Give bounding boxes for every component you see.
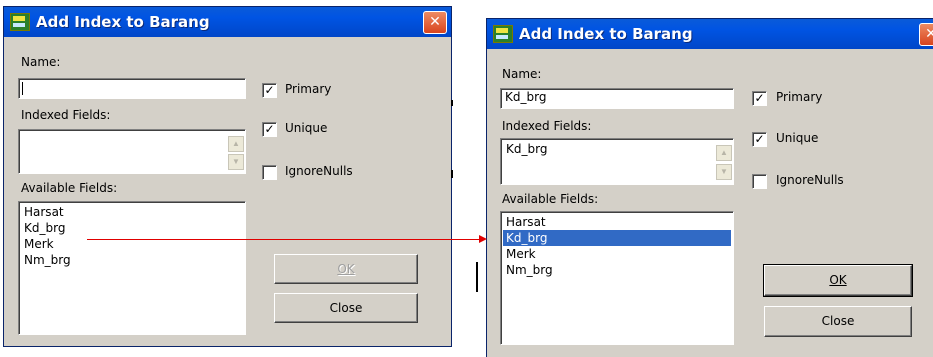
primary-label: Primary <box>285 82 332 96</box>
scroll-down-arrow-icon[interactable]: ▼ <box>716 164 732 180</box>
dialog-title: Add Index to Barang <box>519 25 693 43</box>
background-artifact <box>451 100 453 106</box>
add-index-dialog-before: Add Index to Barang ✕ Name: Indexed Fiel… <box>3 6 452 347</box>
add-index-dialog-after: Add Index to Barang ✕ Name: Kd_brg Index… <box>486 18 933 357</box>
available-fields-label: Available Fields: <box>21 181 118 195</box>
app-icon <box>10 13 30 31</box>
unique-checkbox[interactable]: ✓ <box>752 132 767 147</box>
close-button[interactable]: Close <box>274 293 418 323</box>
ignore-nulls-checkbox[interactable] <box>752 174 767 189</box>
indexed-fields-list[interactable]: ▲ ▼ <box>18 129 246 174</box>
list-item[interactable]: Harsat <box>503 214 731 230</box>
name-label: Name: <box>21 55 61 69</box>
indexed-fields-label: Indexed Fields: <box>21 108 111 122</box>
close-button-label: Close <box>329 301 363 315</box>
annotation-arrow-line <box>87 239 479 240</box>
list-item[interactable]: Nm_brg <box>503 262 731 278</box>
name-input-value: Kd_brg <box>505 90 547 104</box>
close-button[interactable]: Close <box>764 306 912 337</box>
name-label: Name: <box>502 67 542 81</box>
available-fields-label: Available Fields: <box>502 192 599 206</box>
list-item-selected[interactable]: Kd_brg <box>503 230 731 246</box>
list-item[interactable]: Nm_brg <box>21 252 243 268</box>
close-icon[interactable]: ✕ <box>919 23 933 46</box>
app-icon <box>493 25 513 43</box>
list-item[interactable]: Kd_brg <box>503 141 731 157</box>
list-item[interactable]: Merk <box>503 246 731 262</box>
ok-button-label: OK <box>337 262 355 276</box>
ignore-nulls-checkbox[interactable] <box>262 165 277 180</box>
name-input[interactable]: Kd_brg <box>500 88 734 109</box>
indexed-fields-label: Indexed Fields: <box>502 119 592 133</box>
primary-checkbox[interactable]: ✓ <box>752 91 767 106</box>
ignore-nulls-label: IgnoreNulls <box>285 164 353 178</box>
indexed-fields-scrollbar[interactable]: ▲ ▼ <box>228 131 244 172</box>
list-item[interactable]: Kd_brg <box>21 220 243 236</box>
annotation-arrow-head-icon <box>479 235 487 243</box>
primary-checkbox[interactable]: ✓ <box>262 83 277 98</box>
ok-button-label: OK <box>829 273 847 287</box>
unique-label: Unique <box>285 121 328 135</box>
title-bar[interactable]: Add Index to Barang ✕ <box>487 19 933 49</box>
dialog-title: Add Index to Barang <box>36 13 210 31</box>
ignore-nulls-label: IgnoreNulls <box>776 173 844 187</box>
indexed-fields-scrollbar[interactable]: ▲ ▼ <box>716 140 732 183</box>
text-caret <box>22 82 23 95</box>
name-input[interactable] <box>18 78 246 99</box>
close-button-label: Close <box>821 314 855 328</box>
scroll-up-arrow-icon[interactable]: ▲ <box>716 145 732 161</box>
list-item[interactable]: Harsat <box>21 204 243 220</box>
title-bar[interactable]: Add Index to Barang ✕ <box>4 7 451 37</box>
close-icon[interactable]: ✕ <box>423 11 447 34</box>
background-artifact <box>451 170 453 178</box>
indexed-fields-list[interactable]: Kd_brg ▲ ▼ <box>500 138 734 185</box>
available-fields-list[interactable]: Harsat Kd_brg Merk Nm_brg <box>500 211 734 345</box>
unique-checkbox[interactable]: ✓ <box>262 122 277 137</box>
unique-label: Unique <box>776 131 819 145</box>
scroll-down-arrow-icon[interactable]: ▼ <box>228 154 244 170</box>
background-artifact <box>476 262 478 292</box>
available-fields-list[interactable]: Harsat Kd_brg Merk Nm_brg <box>18 201 246 335</box>
scroll-up-arrow-icon[interactable]: ▲ <box>228 136 244 152</box>
primary-label: Primary <box>776 90 823 104</box>
ok-button[interactable]: OK <box>763 264 913 297</box>
ok-button[interactable]: OK <box>274 254 418 284</box>
